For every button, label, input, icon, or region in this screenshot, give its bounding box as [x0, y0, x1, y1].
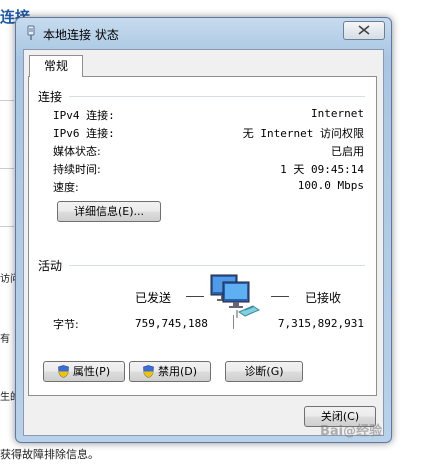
bytes-sent-value: 759,745,188	[135, 317, 208, 330]
media-state-label: 媒体状态:	[53, 145, 101, 158]
network-activity-icon	[209, 272, 265, 325]
general-tab-panel: 连接 IPv4 连接: Internet IPv6 连接: 无 Internet…	[28, 76, 377, 396]
network-connection-icon	[24, 25, 38, 41]
diagnose-button[interactable]: 诊断(G)	[225, 361, 303, 382]
watermark: Bai@经验	[320, 424, 383, 439]
disable-button-label: 禁用(D)	[157, 365, 198, 378]
uac-shield-icon	[58, 365, 69, 378]
disable-button[interactable]: 禁用(D)	[129, 361, 211, 382]
received-dash	[271, 296, 289, 297]
properties-button-label: 属性(P)	[72, 365, 111, 378]
details-button[interactable]: 详细信息(E)...	[57, 201, 161, 222]
tab-general[interactable]: 常规	[29, 55, 83, 77]
received-label: 已接收	[305, 291, 342, 305]
local-connection-status-dialog: 本地连接 状态 常规 连接 IPv4 连接: Internet IPv6 连接:…	[15, 17, 392, 443]
background-divider	[0, 100, 14, 101]
duration-label: 持续时间:	[53, 163, 101, 176]
group-divider	[69, 265, 365, 266]
duration-value: 1 天 09:45:14	[280, 163, 364, 176]
media-state-value: 已启用	[331, 145, 364, 158]
uac-shield-icon	[143, 365, 154, 378]
dialog-title: 本地连接 状态	[43, 28, 119, 42]
ipv4-label: IPv4 连接:	[53, 109, 115, 122]
ipv6-value: 无 Internet 访问权限	[242, 127, 364, 140]
properties-button[interactable]: 属性(P)	[43, 361, 125, 382]
activity-group-heading: 活动	[38, 259, 63, 273]
title-bar[interactable]: 本地连接 状态	[16, 18, 391, 48]
activity-separator	[233, 315, 234, 329]
sent-label: 已发送	[135, 291, 172, 305]
close-window-button[interactable]	[343, 21, 385, 40]
dialog-client-area: 常规 连接 IPv4 连接: Internet IPv6 连接: 无 Inter…	[23, 49, 384, 436]
ipv4-value: Internet	[311, 107, 364, 120]
background-footer-text: 获得故障排除信息。	[0, 448, 99, 461]
background-divider	[0, 168, 14, 169]
speed-value: 100.0 Mbps	[297, 179, 364, 192]
background-text-fragment: 有	[0, 334, 10, 345]
bytes-label: 字节:	[53, 318, 79, 331]
ipv6-label: IPv6 连接:	[53, 127, 115, 140]
speed-label: 速度:	[53, 181, 79, 194]
background-divider	[0, 226, 14, 227]
group-divider	[69, 96, 365, 97]
sent-dash	[186, 296, 204, 297]
close-icon	[358, 25, 370, 35]
connection-group-heading: 连接	[38, 90, 63, 104]
bytes-received-value: 7,315,892,931	[277, 317, 364, 330]
